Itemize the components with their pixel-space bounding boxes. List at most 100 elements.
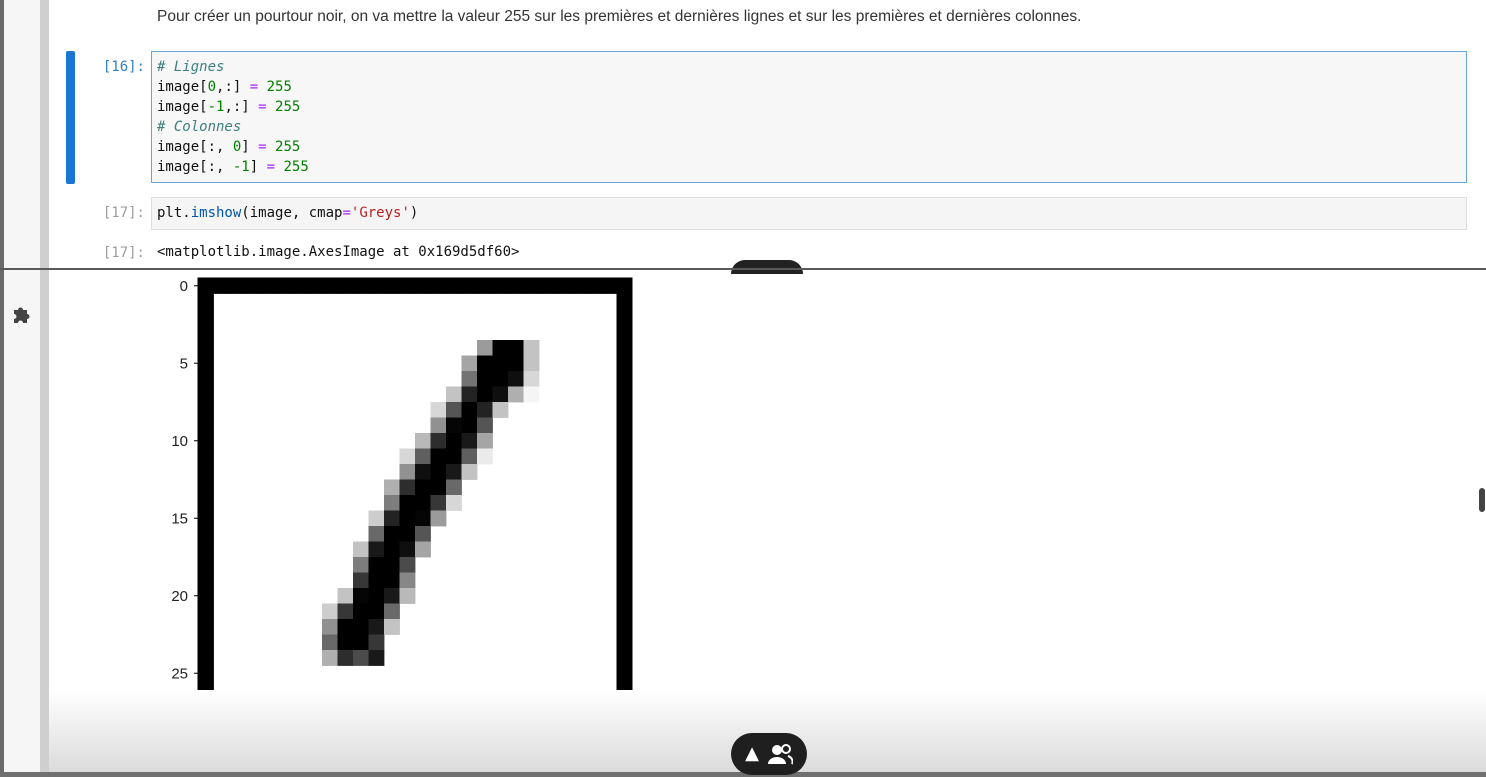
code-token: ,:] — [216, 79, 242, 95]
digit-pixel — [322, 603, 338, 620]
digit-pixel — [477, 371, 493, 387]
digit-pixel — [337, 619, 354, 635]
border-pixel — [477, 278, 493, 294]
digit-pixel — [446, 464, 462, 480]
puzzle-icon[interactable] — [10, 302, 34, 326]
border-pixel — [198, 371, 214, 387]
digit-pixel — [384, 541, 400, 558]
border-pixel — [198, 324, 214, 341]
y-tick-label: 10 — [171, 433, 188, 450]
output-17-text: <matplotlib.image.AxesImage at 0x169d5df… — [157, 244, 520, 260]
digit-pixel — [508, 371, 524, 387]
digit-pixel — [477, 433, 493, 449]
code-comment: # Colonnes — [157, 119, 242, 135]
digit-pixel — [492, 386, 509, 403]
code-line-6[interactable]: image[:, -1] = 255 — [157, 157, 309, 177]
border-pixel — [306, 278, 323, 294]
digit-pixel — [477, 448, 493, 465]
split-divider[interactable] — [0, 268, 1486, 270]
border-pixel — [415, 278, 431, 294]
digit-pixel — [430, 510, 447, 527]
digit-pixel — [384, 619, 400, 635]
code-line-1[interactable]: # Lignes — [157, 57, 224, 77]
code-token: plt. — [157, 205, 191, 221]
digit-pixel — [477, 386, 493, 403]
border-pixel — [198, 619, 214, 635]
code-line-5[interactable]: image[:, 0] = 255 — [157, 137, 300, 157]
code-line-4[interactable]: # Colonnes — [157, 117, 241, 137]
border-pixel — [570, 278, 586, 294]
border-pixel — [198, 634, 214, 651]
border-pixel — [244, 278, 261, 294]
code-number: 0 — [207, 79, 217, 95]
floating-controls[interactable]: ▲ — [731, 733, 807, 775]
users-icon[interactable] — [767, 743, 793, 765]
digit-pixel — [477, 355, 493, 372]
border-pixel — [353, 278, 369, 294]
digit-pixel — [461, 464, 478, 480]
border-pixel — [616, 541, 633, 558]
digit-pixel — [353, 619, 369, 635]
y-tick-label: 25 — [171, 665, 188, 682]
digit-pixel — [446, 402, 462, 418]
digit-pixel — [446, 448, 462, 465]
code-line-2[interactable]: image[0,:] = 255 — [157, 77, 292, 97]
border-pixel — [539, 278, 555, 294]
code-cell-16-editor[interactable] — [151, 51, 1467, 183]
output-17-prompt: [17]: — [102, 245, 145, 261]
cell-17-prompt: [17]: — [102, 205, 145, 221]
digit-pixel — [430, 464, 447, 480]
border-pixel — [616, 510, 633, 527]
code-cell-17-line[interactable]: plt.imshow(image, cmap='Greys') — [157, 203, 418, 223]
digit-pixel — [384, 557, 400, 573]
code-token: ) — [409, 205, 419, 221]
border-pixel — [616, 448, 633, 465]
sidebar-divider[interactable] — [40, 0, 49, 777]
digit-pixel — [368, 510, 385, 527]
border-pixel — [616, 278, 633, 294]
code-comment: # Lignes — [157, 59, 225, 75]
border-pixel — [198, 464, 214, 480]
border-pixel — [198, 650, 214, 666]
digit-pixel — [446, 417, 462, 434]
digit-pixel — [353, 572, 369, 589]
digit-pixel — [368, 619, 385, 635]
code-number: 255 — [283, 159, 309, 175]
border-pixel — [616, 309, 633, 325]
border-pixel — [198, 278, 214, 294]
border-pixel — [616, 433, 633, 449]
digit-pixel — [523, 340, 540, 356]
digit-pixel — [492, 340, 509, 356]
digit-pixel — [415, 495, 431, 511]
border-pixel — [198, 340, 214, 356]
digit-pixel — [368, 650, 385, 666]
code-token: image[ — [157, 99, 208, 115]
digit-pixel — [399, 526, 416, 542]
scrollbar-thumb[interactable] — [1479, 488, 1485, 512]
border-pixel — [616, 324, 633, 341]
border-pixel — [616, 386, 633, 403]
digit-pixel — [461, 448, 478, 465]
digit-pixel — [368, 526, 385, 542]
border-pixel — [384, 278, 400, 294]
digit-pixel — [368, 588, 385, 604]
border-pixel — [616, 557, 633, 573]
digit-pixel — [368, 572, 385, 589]
border-pixel — [616, 650, 633, 666]
digit-pixel — [415, 433, 431, 449]
border-pixel — [616, 526, 633, 542]
digit-pixel — [415, 541, 431, 558]
code-token: ] — [249, 159, 259, 175]
code-line-3[interactable]: image[-1,:] = 255 — [157, 97, 300, 117]
border-pixel — [198, 448, 214, 465]
code-token: image[:, — [157, 159, 233, 175]
border-pixel — [616, 619, 633, 635]
digit-pixel — [415, 526, 431, 542]
digit-pixel — [446, 495, 462, 511]
border-pixel — [198, 355, 214, 372]
border-pixel — [616, 588, 633, 604]
code-token: ,:] — [224, 99, 250, 115]
border-pixel — [198, 479, 214, 496]
digit-pixel — [399, 541, 416, 558]
chevron-up-icon[interactable]: ▲ — [745, 745, 759, 763]
